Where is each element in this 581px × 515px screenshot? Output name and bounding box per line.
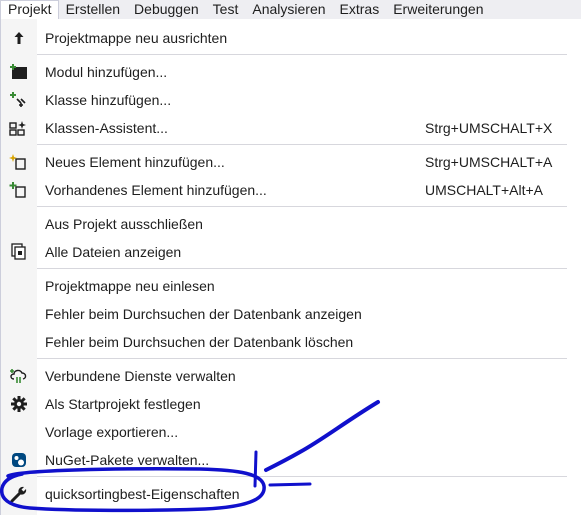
add-module-icon (9, 63, 29, 81)
menu-item-fehler-anzeigen[interactable]: Fehler beim Durchsuchen der Datenbank an… (1, 300, 581, 328)
menu-item-label: Fehler beim Durchsuchen der Datenbank an… (45, 306, 362, 322)
menu-item-neues-element-hinzufuegen[interactable]: Neues Element hinzufügen... Strg+UMSCHAL… (1, 148, 581, 176)
arrow-up-icon (9, 29, 29, 47)
menu-item-label: quicksortingbest-Eigenschaften (45, 486, 240, 502)
separator (37, 476, 567, 477)
separator (37, 54, 567, 55)
show-all-files-icon (9, 243, 29, 261)
menu-item-vorlage-exportieren[interactable]: Vorlage exportieren... (1, 418, 581, 446)
menu-item-label: Neues Element hinzufügen... (45, 154, 225, 170)
gear-icon (9, 395, 29, 413)
class-wizard-icon (9, 119, 29, 137)
menu-debuggen[interactable]: Debuggen (127, 0, 206, 19)
menu-item-label: Vorhandenes Element hinzufügen... (45, 182, 267, 198)
menu-item-label: Als Startprojekt festlegen (45, 396, 201, 412)
menu-item-modul-hinzufuegen[interactable]: Modul hinzufügen... (1, 58, 581, 86)
separator (37, 206, 567, 207)
menu-item-klasse-hinzufuegen[interactable]: Klasse hinzufügen... (1, 86, 581, 114)
menu-item-label: Verbundene Dienste verwalten (45, 368, 236, 384)
menu-item-projektmappe-neu-ausrichten[interactable]: Projektmappe neu ausrichten (1, 24, 581, 52)
menu-item-nuget-pakete-verwalten[interactable]: NuGet-Pakete verwalten... (1, 446, 581, 474)
projekt-dropdown-menu: Projektmappe neu ausrichten Modul hinzuf… (0, 19, 581, 515)
menu-item-label: Modul hinzufügen... (45, 64, 168, 80)
add-class-icon (9, 91, 29, 109)
separator (37, 268, 567, 269)
menu-test[interactable]: Test (206, 0, 246, 19)
menu-item-shortcut: UMSCHALT+Alt+A (425, 182, 543, 198)
menu-item-aus-projekt-ausschliessen[interactable]: Aus Projekt ausschließen (1, 210, 581, 238)
wrench-icon (9, 485, 29, 503)
menu-item-verbundene-dienste-verwalten[interactable]: Verbundene Dienste verwalten (1, 362, 581, 390)
menu-item-klassen-assistent[interactable]: Klassen-Assistent... Strg+UMSCHALT+X (1, 114, 581, 142)
menu-extras[interactable]: Extras (333, 0, 387, 19)
menu-item-label: Projektmappe neu einlesen (45, 278, 215, 294)
menu-erweiterungen[interactable]: Erweiterungen (386, 0, 490, 19)
menu-item-label: NuGet-Pakete verwalten... (45, 452, 210, 468)
menu-item-label: Alle Dateien anzeigen (45, 244, 182, 260)
menu-item-als-startprojekt-festlegen[interactable]: Als Startprojekt festlegen (1, 390, 581, 418)
menu-item-label: Klassen-Assistent... (45, 120, 168, 136)
separator (37, 358, 567, 359)
menu-analysieren[interactable]: Analysieren (245, 0, 332, 19)
nuget-icon (9, 451, 29, 469)
menu-projekt[interactable]: Projekt (0, 0, 59, 19)
menu-item-eigenschaften[interactable]: quicksortingbest-Eigenschaften (1, 480, 581, 508)
menu-item-label: Projektmappe neu ausrichten (45, 30, 228, 46)
menu-item-shortcut: Strg+UMSCHALT+X (425, 120, 553, 136)
menu-erstellen[interactable]: Erstellen (59, 0, 127, 19)
existing-item-icon (9, 181, 29, 199)
menu-item-vorhandenes-element-hinzufuegen[interactable]: Vorhandenes Element hinzufügen... UMSCHA… (1, 176, 581, 204)
menu-bar: Projekt Erstellen Debuggen Test Analysie… (0, 0, 581, 19)
menu-item-shortcut: Strg+UMSCHALT+A (425, 154, 553, 170)
menu-item-label: Aus Projekt ausschließen (45, 216, 203, 232)
menu-item-label: Vorlage exportieren... (45, 424, 179, 440)
connected-services-icon (9, 367, 29, 385)
menu-item-alle-dateien-anzeigen[interactable]: Alle Dateien anzeigen (1, 238, 581, 266)
new-item-icon (9, 153, 29, 171)
separator (37, 144, 567, 145)
menu-item-label: Klasse hinzufügen... (45, 92, 172, 108)
menu-item-fehler-loeschen[interactable]: Fehler beim Durchsuchen der Datenbank lö… (1, 328, 581, 356)
menu-item-label: Fehler beim Durchsuchen der Datenbank lö… (45, 334, 354, 350)
menu-item-projektmappe-neu-einlesen[interactable]: Projektmappe neu einlesen (1, 272, 581, 300)
